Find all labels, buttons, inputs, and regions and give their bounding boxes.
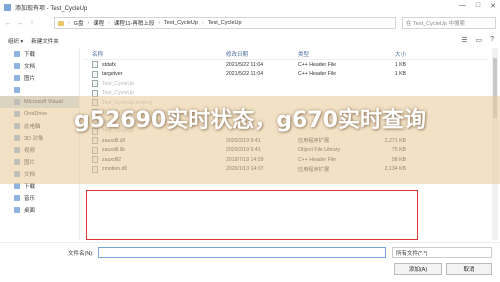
folder-icon: [14, 51, 20, 57]
file-name-cell: stdafx: [84, 61, 226, 69]
overlay-watermark-text: g52690实时状态，g670实时查询: [74, 108, 426, 133]
add-existing-item-dialog: 添加现有项 - Test_CycleUp — □ ✕ ← → ↑ › G盘 › …: [0, 0, 500, 282]
maximize-icon[interactable]: □: [476, 2, 480, 10]
breadcrumb-separator-icon: ›: [158, 20, 161, 26]
help-icon[interactable]: ?: [490, 36, 494, 44]
file-date: 2021/5/22 11:04: [226, 61, 264, 68]
sidebar-item[interactable]: 文档: [0, 60, 79, 72]
file-row[interactable]: targetver 2021/5/22 11:04 C++ Header File 1…: [84, 70, 488, 80]
column-header-size[interactable]: 大小: [372, 50, 406, 58]
sidebar-item[interactable]: 音乐: [0, 192, 79, 204]
file-type-filter[interactable]: 所有文件(*.*): [392, 247, 492, 258]
file-size: 1 KB: [394, 61, 406, 68]
search-input[interactable]: 在 Test_CycleUp 中搜索: [402, 17, 496, 29]
sidebar-item-label: 图片: [24, 76, 36, 82]
add-button[interactable]: 添加(A): [394, 263, 442, 275]
sidebar-item[interactable]: 图片: [0, 72, 79, 84]
preview-pane-icon[interactable]: ▭: [475, 36, 482, 44]
window-title: 添加现有项 - Test_CycleUp: [15, 5, 88, 12]
folder-icon: [14, 87, 20, 93]
close-icon[interactable]: ✕: [490, 2, 496, 10]
address-bar[interactable]: › G盘 › 课程 › 课程11-再稍上段 › Test_CycleUp › T…: [54, 17, 396, 29]
file-type: C++ Header File: [298, 61, 337, 68]
file-row[interactable]: Test_CycleUp: [84, 79, 488, 89]
file-icon: [92, 80, 98, 88]
sidebar-item-label: 桌面: [24, 208, 36, 214]
sidebar-item[interactable]: [0, 84, 79, 96]
breadcrumb-item[interactable]: 课程: [93, 19, 104, 27]
file-name: Test_CycleUp: [102, 80, 135, 87]
navigation-bar: ← → ↑ › G盘 › 课程 › 课程11-再稍上段 › Test_Cycle…: [0, 15, 500, 31]
file-row[interactable]: stdafx 2021/5/22 11:04 C++ Header File 1 KB: [84, 60, 488, 70]
minimize-icon[interactable]: —: [459, 2, 466, 10]
sidebar-item[interactable]: 桌面: [0, 204, 79, 216]
view-options-icon[interactable]: ☰: [461, 36, 467, 44]
filename-label: 文件名(N):: [68, 251, 94, 257]
folder-icon: [14, 75, 20, 81]
breadcrumb-item[interactable]: 课程11-再稍上段: [114, 19, 155, 27]
breadcrumb-separator-icon: ›: [108, 20, 110, 26]
view-controls: ☰ ▭ ?: [461, 36, 494, 44]
breadcrumb-item[interactable]: Test_CycleUp: [164, 20, 198, 26]
file-name-cell: targetver: [84, 70, 226, 78]
filename-input[interactable]: [98, 247, 386, 258]
app-icon: [4, 3, 11, 11]
up-icon[interactable]: ↑: [28, 20, 36, 27]
file-type: C++ Header File: [298, 71, 337, 78]
title-bar: 添加现有项 - Test_CycleUp — □ ✕: [0, 0, 500, 14]
sidebar-item-label: 文档: [24, 64, 36, 70]
back-icon[interactable]: ←: [4, 20, 12, 27]
window-controls: — □ ✕: [459, 2, 496, 10]
sidebar-item-label: 下载: [24, 52, 36, 58]
selection-highlight-box: [86, 190, 418, 240]
file-icon: [92, 61, 98, 69]
toolbar: 组织 ▾ 新建文件夹 ☰ ▭ ?: [0, 34, 500, 48]
organize-menu[interactable]: 组织 ▾: [8, 37, 23, 45]
breadcrumb-separator-icon: ›: [201, 20, 204, 26]
folder-icon: [58, 20, 64, 26]
file-name: stdafx: [102, 61, 116, 68]
folder-icon: [14, 195, 20, 201]
cancel-button[interactable]: 取消: [446, 263, 492, 275]
file-name: targetver: [102, 71, 123, 78]
file-name-cell: Test_CycleUp: [84, 80, 226, 88]
folder-icon: [14, 63, 20, 69]
breadcrumb-separator-icon: ›: [68, 20, 70, 26]
sidebar-item-label: 音乐: [24, 196, 36, 202]
breadcrumb-separator-icon: ›: [87, 20, 90, 26]
breadcrumb-item[interactable]: G盘: [74, 19, 84, 27]
column-header-date[interactable]: 修改日期: [226, 50, 298, 58]
file-icon: [92, 70, 98, 78]
folder-icon: [14, 207, 20, 213]
breadcrumb-item[interactable]: Test_CycleUp: [208, 20, 242, 26]
column-header-name[interactable]: 名称: [84, 50, 226, 58]
sidebar-item[interactable]: 下载: [0, 48, 79, 60]
column-header-row: 名称 修改日期 类型 大小: [84, 48, 488, 60]
forward-icon[interactable]: →: [16, 20, 24, 27]
new-folder-button[interactable]: 新建文件夹: [31, 37, 59, 45]
dialog-footer: 文件名(N): 所有文件(*.*) 添加(A) 取消: [0, 242, 500, 282]
column-header-type[interactable]: 类型: [298, 50, 372, 58]
file-size: 1 KB: [394, 71, 406, 78]
file-date: 2021/5/22 11:04: [226, 71, 264, 78]
